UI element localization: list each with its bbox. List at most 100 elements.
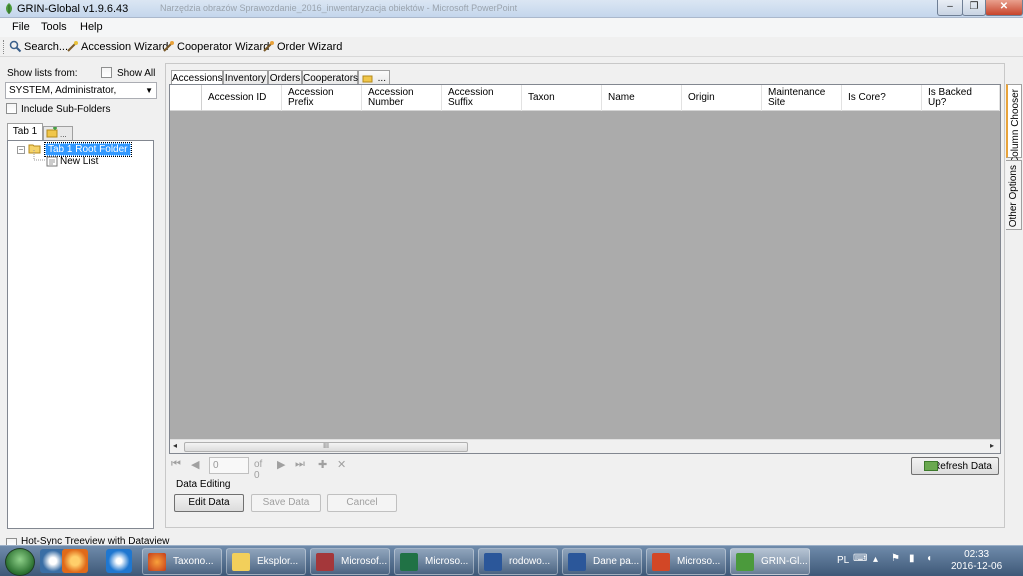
cooperator-wizard-button[interactable]: Cooperator Wizard	[162, 40, 269, 53]
order-wizard-button[interactable]: Order Wizard	[262, 40, 342, 53]
maximize-button[interactable]: ❐	[962, 0, 986, 16]
edit-data-button[interactable]: Edit Data	[174, 494, 244, 512]
column-header[interactable]: Taxon	[522, 85, 602, 111]
first-record-icon[interactable]: ⏮	[171, 458, 181, 471]
scroll-right-icon[interactable]: ▸	[990, 441, 994, 450]
taskbar-item-firefox[interactable]: Taxono...	[142, 548, 222, 575]
column-header[interactable]: Accession Number	[362, 85, 442, 111]
last-record-icon[interactable]: ⏭	[295, 458, 305, 471]
folder-add-icon	[362, 75, 373, 83]
menu-tools[interactable]: Tools	[41, 21, 67, 33]
add-tab-button[interactable]: ...	[43, 126, 73, 140]
minimize-button[interactable]: –	[937, 0, 963, 16]
lists-panel: Show lists from: Show All SYSTEM, Admini…	[2, 63, 159, 533]
search-icon	[9, 40, 22, 53]
tab-column-chooser[interactable]: Column Chooser	[1006, 84, 1022, 164]
tree-item-new-list[interactable]: New List	[60, 156, 98, 167]
background-window-title: Narzędzia obrazów Sprawozdanie_2016_inwe…	[160, 3, 518, 13]
menu-help[interactable]: Help	[80, 21, 103, 33]
chevron-down-icon: ▼	[145, 86, 153, 95]
tree-root-folder[interactable]: Tab 1 Root Folder	[44, 142, 132, 157]
refresh-data-button[interactable]: Refresh Data	[911, 457, 999, 475]
collapse-icon[interactable]: −	[17, 146, 25, 154]
flag-icon[interactable]: ⚑	[891, 553, 900, 564]
column-header-label: Origin	[688, 92, 715, 103]
column-header-label: Number	[368, 97, 404, 108]
taskbar-item-word-2[interactable]: Dane pa...	[562, 548, 642, 575]
show-hidden-icons-icon[interactable]: ▴	[873, 554, 878, 565]
add-record-icon[interactable]: ✚	[318, 458, 327, 471]
data-editing-label: Data Editing	[176, 479, 231, 490]
column-header[interactable]: Accession ID	[202, 85, 282, 111]
cancel-button[interactable]: Cancel	[327, 494, 397, 512]
save-data-button[interactable]: Save Data	[251, 494, 321, 512]
include-subfolders-checkbox[interactable]	[6, 103, 17, 114]
grid-header: Accession ID Accession Prefix Accession Nu…	[170, 85, 1000, 111]
column-header[interactable]: Is Core?	[842, 85, 922, 111]
menu-file[interactable]: File	[12, 21, 30, 33]
minimize-icon: –	[947, 1, 953, 12]
include-subfolders-label: Include Sub-Folders	[21, 104, 111, 115]
start-button[interactable]	[5, 548, 35, 576]
grin-global-logo-icon	[6, 3, 12, 14]
scroll-thumb[interactable]: III	[184, 442, 468, 452]
delete-record-icon[interactable]: ✕	[337, 458, 346, 471]
search-button[interactable]: Search...	[9, 40, 68, 53]
taskbar-item-powerpoint[interactable]: Microso...	[646, 548, 726, 575]
show-lists-from-label: Show lists from:	[7, 68, 78, 79]
add-tab-ellipsis: ...	[60, 130, 67, 139]
close-button[interactable]: ✕	[985, 0, 1023, 16]
tab-other-options[interactable]: Other Options	[1006, 160, 1022, 230]
internet-explorer-icon[interactable]	[106, 549, 132, 573]
window-title: GRIN-Global v1.9.6.43	[17, 3, 129, 15]
taskbar-item-access[interactable]: Microsof...	[310, 548, 390, 575]
wand-icon	[263, 41, 274, 52]
close-icon: ✕	[999, 1, 1009, 12]
taskbar-item-word-1[interactable]: rodowo...	[478, 548, 558, 575]
volume-icon[interactable]: ◖	[926, 553, 932, 564]
record-count: of 0	[254, 459, 263, 481]
owner-select[interactable]: SYSTEM, Administrator, ▼	[5, 82, 157, 99]
column-header[interactable]: Accession Prefix	[282, 85, 362, 111]
clock[interactable]: 02:33 2016-12-06	[951, 549, 1002, 573]
data-grid[interactable]: Accession ID Accession Prefix Accession Nu…	[169, 84, 1001, 454]
list-tree[interactable]: − Tab 1 Root Folder New List	[7, 140, 154, 529]
toolbar-grip[interactable]	[3, 40, 5, 54]
show-all-checkbox[interactable]	[101, 67, 112, 78]
scroll-left-icon[interactable]: ◂	[173, 441, 177, 450]
column-header-label: Is Core?	[848, 92, 886, 103]
taskbar-item-excel[interactable]: Microso...	[394, 548, 474, 575]
next-record-icon[interactable]: ▶	[277, 458, 285, 471]
keyboard-icon[interactable]: ⌨	[853, 553, 867, 564]
tab-1[interactable]: Tab 1	[7, 123, 43, 140]
wand-icon	[67, 41, 78, 52]
power-icon[interactable]: ▮	[909, 553, 915, 564]
system-tray: PL ⌨ ▴ ⚑ ▮ ◖ 02:33 2016-12-06	[833, 546, 1023, 576]
column-header[interactable]: Origin	[682, 85, 762, 111]
taskbar-item-grin-global[interactable]: GRIN-Gl...	[730, 548, 810, 575]
previous-record-icon[interactable]: ◀	[191, 458, 199, 471]
word-icon	[484, 553, 502, 571]
accession-wizard-button[interactable]: Accession Wizard	[66, 40, 168, 53]
other-options-label: Other Options	[1008, 165, 1019, 228]
taskbar-item-explorer[interactable]: Eksplor...	[226, 548, 306, 575]
task-label: Microso...	[677, 556, 721, 567]
language-indicator[interactable]: PL	[837, 555, 849, 566]
column-header[interactable]: Maintenance Site	[762, 85, 842, 111]
column-header[interactable]: Is Backed Up?	[922, 85, 1000, 111]
access-icon	[316, 553, 334, 571]
firefox-icon	[148, 553, 166, 571]
player-icon[interactable]	[62, 549, 88, 573]
refresh-data-label: Refresh Data	[933, 461, 992, 472]
add-dataview-tab-ellipsis: ...	[377, 73, 386, 84]
refresh-icon	[924, 461, 938, 471]
record-position-input[interactable]: 0	[209, 457, 249, 474]
row-header-corner	[170, 85, 202, 111]
column-header[interactable]: Name	[602, 85, 682, 111]
horizontal-scrollbar[interactable]: ◂ III ▸	[170, 439, 1000, 453]
folder-icon	[232, 553, 250, 571]
excel-icon	[400, 553, 418, 571]
cooperator-wizard-label: Cooperator Wizard	[177, 41, 270, 53]
order-wizard-label: Order Wizard	[277, 41, 343, 53]
column-header[interactable]: Accession Suffix	[442, 85, 522, 111]
